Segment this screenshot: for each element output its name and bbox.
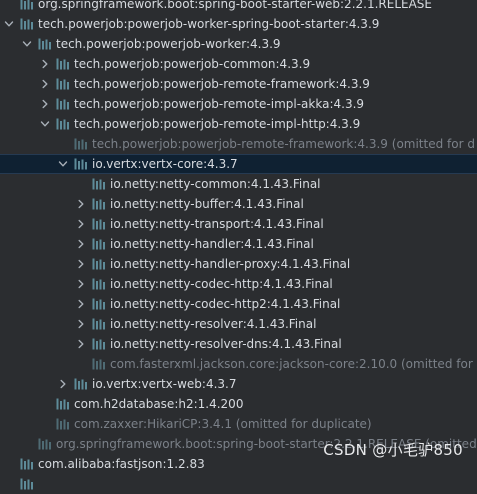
tree-row[interactable]: tech.powerjob:powerjob-remote-impl-http:… — [0, 114, 477, 134]
chevron-right-icon[interactable] — [38, 54, 52, 74]
chevron-right-icon[interactable] — [74, 234, 88, 254]
tree-row-label: io.netty:netty-handler-proxy:4.1.43.Fina… — [110, 257, 351, 271]
library-icon — [92, 338, 106, 350]
chevron-right-icon[interactable] — [74, 274, 88, 294]
chevron-down-icon[interactable] — [2, 14, 16, 34]
chevron-down-icon[interactable] — [20, 34, 34, 54]
tree-row[interactable]: tech.powerjob:powerjob-worker-spring-boo… — [0, 14, 477, 34]
tree-row-label: io.netty:netty-resolver-dns:4.1.43.Final — [110, 337, 342, 351]
tree-row[interactable]: io.netty:netty-common:4.1.43.Final — [0, 174, 477, 194]
library-icon — [56, 58, 70, 70]
library-icon — [20, 478, 34, 490]
tree-row-label: tech.powerjob:powerjob-common:4.3.9 — [74, 57, 311, 71]
tree-row-label: io.netty:netty-buffer:4.1.43.Final — [110, 197, 304, 211]
chevron-right-icon[interactable] — [74, 334, 88, 354]
library-icon — [56, 98, 70, 110]
library-icon — [38, 438, 52, 450]
tree-row-label: org.springframework.boot:spring-boot-sta… — [38, 0, 432, 11]
library-icon — [20, 458, 34, 470]
chevron-right-icon[interactable] — [74, 314, 88, 334]
library-icon — [74, 158, 88, 170]
tree-row-label: tech.powerjob:powerjob-worker:4.3.9 — [56, 37, 281, 51]
library-icon — [92, 218, 106, 230]
chevron-down-icon[interactable] — [38, 114, 52, 134]
tree-row[interactable]: tech.powerjob:powerjob-worker:4.3.9 — [0, 34, 477, 54]
tree-row[interactable]: io.netty:netty-codec-http2:4.1.43.Final — [0, 294, 477, 314]
library-icon — [92, 318, 106, 330]
tree-row[interactable]: io.netty:netty-transport:4.1.43.Final — [0, 214, 477, 234]
library-icon — [56, 418, 70, 430]
tree-row[interactable]: com.zaxxer:HikariCP:3.4.1 (omitted for d… — [0, 414, 477, 434]
tree-row[interactable]: tech.powerjob:powerjob-remote-impl-akka:… — [0, 94, 477, 114]
library-icon — [92, 258, 106, 270]
tree-row-label: io.netty:netty-transport:4.1.43.Final — [110, 217, 324, 231]
tree-row[interactable]: io.netty:netty-handler-proxy:4.1.43.Fina… — [0, 254, 477, 274]
tree-row-label: io.netty:netty-handler:4.1.43.Final — [110, 237, 314, 251]
tree-row[interactable] — [0, 474, 477, 494]
library-icon — [56, 118, 70, 130]
chevron-right-icon[interactable] — [56, 374, 70, 394]
tree-row-label: com.h2database:h2:1.4.200 — [74, 397, 244, 411]
tree-row[interactable]: io.netty:netty-resolver-dns:4.1.43.Final — [0, 334, 477, 354]
tree-row-label: com.alibaba:fastjson:1.2.83 — [38, 457, 205, 471]
tree-row-label: tech.powerjob:powerjob-remote-framework:… — [74, 77, 370, 91]
library-icon — [74, 138, 88, 150]
tree-row[interactable]: com.fasterxml.jackson.core:jackson-core:… — [0, 354, 477, 374]
tree-row[interactable]: io.netty:netty-handler:4.1.43.Final — [0, 234, 477, 254]
chevron-right-icon[interactable] — [38, 74, 52, 94]
library-icon — [38, 38, 52, 50]
library-icon — [74, 378, 88, 390]
tree-row-label: tech.powerjob:powerjob-remote-framework:… — [92, 137, 475, 151]
tree-row-label: io.netty:netty-codec-http:4.1.43.Final — [110, 277, 333, 291]
library-icon — [56, 78, 70, 90]
chevron-right-icon[interactable] — [74, 294, 88, 314]
dependency-tree: org.springframework.boot:spring-boot-sta… — [0, 0, 477, 494]
tree-row-label: tech.powerjob:powerjob-worker-spring-boo… — [38, 17, 380, 31]
library-icon — [92, 198, 106, 210]
tree-row[interactable]: tech.powerjob:powerjob-remote-framework:… — [0, 74, 477, 94]
chevron-right-icon[interactable] — [74, 194, 88, 214]
tree-row[interactable]: tech.powerjob:powerjob-common:4.3.9 — [0, 54, 477, 74]
tree-row[interactable]: io.netty:netty-resolver:4.1.43.Final — [0, 314, 477, 334]
library-icon — [20, 18, 34, 30]
tree-row-label: io.netty:netty-common:4.1.43.Final — [110, 177, 321, 191]
tree-row-label: tech.powerjob:powerjob-remote-impl-akka:… — [74, 97, 365, 111]
library-icon — [92, 238, 106, 250]
chevron-right-icon[interactable] — [38, 94, 52, 114]
tree-row[interactable]: tech.powerjob:powerjob-remote-framework:… — [0, 134, 477, 154]
tree-row-label: com.fasterxml.jackson.core:jackson-core:… — [110, 357, 473, 371]
library-icon — [92, 278, 106, 290]
library-icon — [56, 398, 70, 410]
chevron-right-icon[interactable] — [74, 214, 88, 234]
tree-row-label: io.netty:netty-codec-http2:4.1.43.Final — [110, 297, 341, 311]
tree-row-label: com.zaxxer:HikariCP:3.4.1 (omitted for d… — [74, 417, 372, 431]
tree-row[interactable]: org.springframework.boot:spring-boot-sta… — [0, 0, 477, 14]
tree-row-label: io.netty:netty-resolver:4.1.43.Final — [110, 317, 317, 331]
tree-row-label: tech.powerjob:powerjob-remote-impl-http:… — [74, 117, 361, 131]
tree-row-label: io.vertx:vertx-web:4.3.7 — [92, 377, 237, 391]
tree-row[interactable]: com.h2database:h2:1.4.200 — [0, 394, 477, 414]
chevron-right-icon[interactable] — [74, 254, 88, 274]
tree-row[interactable]: io.netty:netty-codec-http:4.1.43.Final — [0, 274, 477, 294]
library-icon — [92, 178, 106, 190]
library-icon — [92, 298, 106, 310]
library-icon — [92, 358, 106, 370]
tree-row-label: io.vertx:vertx-core:4.3.7 — [92, 157, 238, 171]
library-icon — [20, 0, 34, 10]
chevron-down-icon[interactable] — [56, 154, 70, 174]
watermark: CSDN @小毛驴850 — [323, 441, 463, 459]
tree-row[interactable]: io.vertx:vertx-web:4.3.7 — [0, 374, 477, 394]
tree-row[interactable]: io.netty:netty-buffer:4.1.43.Final — [0, 194, 477, 214]
tree-row[interactable]: io.vertx:vertx-core:4.3.7 — [0, 154, 477, 174]
